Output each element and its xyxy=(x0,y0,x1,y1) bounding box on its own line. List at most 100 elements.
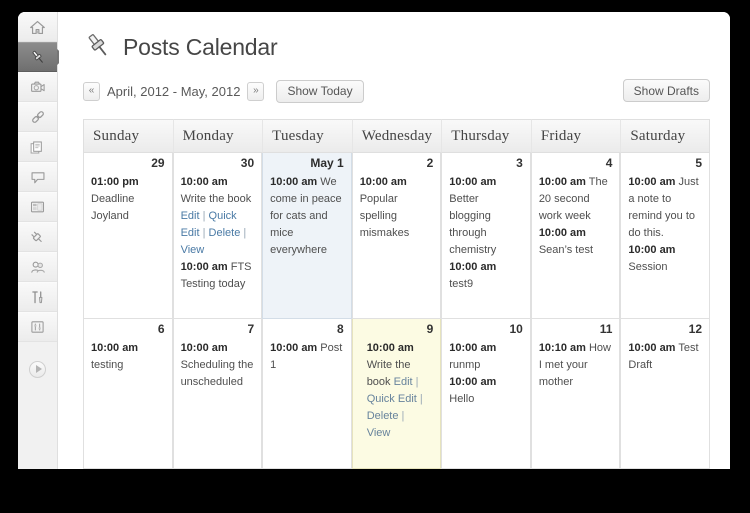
pushpin-icon xyxy=(83,30,113,65)
tools-icon xyxy=(29,289,47,306)
calendar-day-cell[interactable]: 9 10:00 am Write the book Edit | Quick Ed… xyxy=(351,319,442,469)
calendar-event[interactable]: 10:00 am Hello xyxy=(449,374,523,408)
calendar-event[interactable]: 10:00 am We come in peace for cats and m… xyxy=(270,174,344,259)
show-today-button[interactable]: Show Today xyxy=(276,79,364,103)
event-title[interactable]: Scheduling the unscheduled xyxy=(181,359,254,388)
event-action-delete[interactable]: Delete xyxy=(209,227,241,239)
event-time: 10:00 am xyxy=(180,176,228,188)
calendar-day-number: 7 xyxy=(247,322,255,336)
sidebar-item-users[interactable] xyxy=(18,252,57,282)
calendar-event-list: 10:00 am We come in peace for cats and m… xyxy=(263,174,351,265)
sidebar-item-media[interactable] xyxy=(18,72,57,102)
calendar-weekday-thursday: Thursday xyxy=(441,119,531,153)
calendar-event[interactable]: 10:00 am Just a note to remind you to do… xyxy=(628,174,702,242)
event-title[interactable]: Session xyxy=(628,261,667,273)
calendar-day-cell[interactable]: 5 10:00 am Just a note to remind you to d… xyxy=(620,153,710,319)
event-action-edit[interactable]: Edit xyxy=(394,376,413,388)
event-title[interactable]: test9 xyxy=(449,278,473,290)
calendar-day-cell[interactable]: 6 10:00 am testing xyxy=(83,319,173,469)
calendar-event[interactable]: 10:00 am Write the book Edit | Quick Edi… xyxy=(181,174,255,259)
calendar-event[interactable]: 10:00 am Test Draft xyxy=(628,340,702,374)
plug-icon xyxy=(29,228,47,246)
date-range-label: April, 2012 - May, 2012 xyxy=(107,83,241,99)
calendar-event[interactable]: 10:00 am The 20 second work week xyxy=(539,174,613,225)
calendar-event[interactable]: 10:00 am runmp xyxy=(449,340,523,374)
calendar-header-row: Sunday Monday Tuesday Wednesday Thursday Frid… xyxy=(83,119,710,153)
calendar-day-cell[interactable]: 30 10:00 am Write the book Edit | Quick E… xyxy=(172,153,263,319)
event-action-delete[interactable]: Delete xyxy=(367,410,399,422)
calendar-event[interactable]: 10:00 am Write the book Edit | Quick Edi… xyxy=(367,340,429,442)
event-time: 10:00 am xyxy=(449,176,497,188)
calendar-event[interactable]: 10:00 am FTS Testing today xyxy=(181,259,255,293)
event-title[interactable]: testing xyxy=(91,359,123,371)
calendar-event-list: 10:00 am Post 1 xyxy=(263,340,351,380)
calendar-day-cell[interactable]: 12 10:00 am Test Draft xyxy=(620,319,710,469)
calendar-day-cell[interactable]: May 1 10:00 am We come in peace for cats … xyxy=(262,153,352,319)
calendar-day-cell[interactable]: 10 10:00 am runmp 10:00 am Hello xyxy=(441,319,531,469)
sidebar-item-pages[interactable] xyxy=(18,132,57,162)
calendar-event[interactable]: 10:00 am Sean’s test xyxy=(539,225,613,259)
next-month-button[interactable]: » xyxy=(247,81,265,101)
event-action-quick-edit[interactable]: Quick Edit xyxy=(367,393,417,405)
sidebar-item-posts[interactable] xyxy=(18,42,66,72)
users-icon xyxy=(29,259,47,276)
calendar-event-list: 10:00 am Just a note to remind you to do… xyxy=(621,174,709,282)
sidebar-item-comments[interactable] xyxy=(18,162,57,192)
event-title[interactable]: Popular spelling mismakes xyxy=(360,193,410,239)
calendar-day-cell[interactable]: 3 10:00 am Better blogging through chemis… xyxy=(441,153,531,319)
calendar-weekday-tuesday: Tuesday xyxy=(262,119,352,153)
page-header: Posts Calendar xyxy=(83,30,710,65)
event-title[interactable]: We come in peace for cats and mice every… xyxy=(270,176,342,256)
calendar-event[interactable]: 10:00 am test9 xyxy=(449,259,523,293)
show-drafts-button[interactable]: Show Drafts xyxy=(622,79,710,102)
calendar-event[interactable]: 01:00 pm Deadline Joyland xyxy=(91,174,165,225)
calendar-day-cell[interactable]: 7 10:00 am Scheduling the unscheduled xyxy=(172,319,263,469)
sidebar-item-tools[interactable] xyxy=(18,282,57,312)
event-action-view[interactable]: View xyxy=(367,427,391,439)
event-time: 10:00 am xyxy=(538,176,586,188)
window-frame: Posts Calendar « April, 2012 - May, 2012… xyxy=(0,0,750,513)
calendar-weekday-sunday: Sunday xyxy=(83,119,173,153)
main-content: Posts Calendar « April, 2012 - May, 2012… xyxy=(59,12,730,469)
calendar-event[interactable]: 10:00 am Post 1 xyxy=(270,340,344,374)
comment-bubble-icon xyxy=(29,169,47,186)
calendar-event[interactable]: 10:00 am Session xyxy=(628,242,702,276)
calendar-day-cell[interactable]: 8 10:00 am Post 1 xyxy=(262,319,352,469)
posts-calendar: Sunday Monday Tuesday Wednesday Thursday Frid… xyxy=(83,119,710,469)
pages-icon xyxy=(29,139,46,156)
calendar-event[interactable]: 10:10 am How I met your mother xyxy=(539,340,613,391)
event-title[interactable]: Better blogging through chemistry xyxy=(449,193,496,256)
page-title: Posts Calendar xyxy=(123,34,278,60)
calendar-weekday-monday: Monday xyxy=(172,119,263,153)
event-time: 10:00 am xyxy=(366,342,414,354)
event-title[interactable]: Write the book xyxy=(181,193,252,205)
calendar-day-number: 12 xyxy=(688,322,702,336)
sidebar-item-settings[interactable] xyxy=(18,312,57,342)
event-action-view[interactable]: View xyxy=(181,244,205,256)
calendar-event[interactable]: 10:00 am Scheduling the unscheduled xyxy=(181,340,255,391)
sidebar-item-plugins[interactable] xyxy=(18,222,57,252)
event-title[interactable]: Deadline Joyland xyxy=(91,193,134,222)
calendar-day-cell[interactable]: 11 10:10 am How I met your mother xyxy=(530,319,621,469)
event-time: 10:00 am xyxy=(91,342,139,354)
event-time: 10:00 am xyxy=(180,342,228,354)
event-action-edit[interactable]: Edit xyxy=(181,210,200,222)
event-title[interactable]: Sean’s test xyxy=(539,244,593,256)
event-title[interactable]: Hello xyxy=(449,393,474,405)
calendar-day-number: 6 xyxy=(157,322,165,336)
prev-month-button[interactable]: « xyxy=(83,81,100,101)
home-icon xyxy=(29,19,46,36)
calendar-day-number: 4 xyxy=(605,156,613,170)
sidebar-item-links[interactable] xyxy=(18,102,57,132)
calendar-event[interactable]: 10:00 am testing xyxy=(91,340,165,374)
sidebar-collapse-button[interactable] xyxy=(18,352,57,386)
layout-icon xyxy=(29,199,46,215)
calendar-day-cell[interactable]: 2 10:00 am Popular spelling mismakes xyxy=(351,153,442,319)
calendar-event[interactable]: 10:00 am Popular spelling mismakes xyxy=(360,174,434,242)
calendar-day-cell[interactable]: 4 10:00 am The 20 second work week 10:00 a… xyxy=(530,153,621,319)
calendar-day-cell[interactable]: 29 01:00 pm Deadline Joyland xyxy=(83,153,173,319)
sidebar-item-dashboard[interactable] xyxy=(18,12,57,42)
event-title[interactable]: runmp xyxy=(449,359,480,371)
calendar-event[interactable]: 10:00 am Better blogging through chemist… xyxy=(449,174,523,259)
sidebar-item-appearance[interactable] xyxy=(18,192,57,222)
